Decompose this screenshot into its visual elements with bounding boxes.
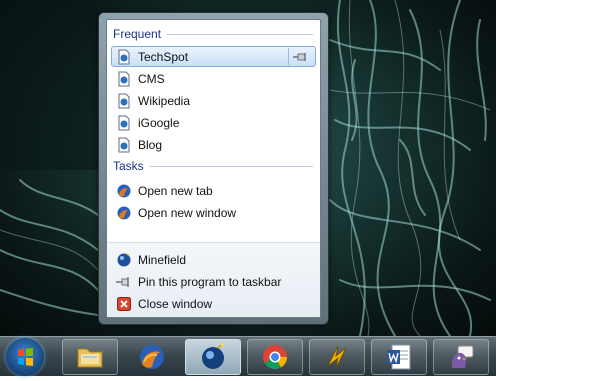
frequent-header-label: Frequent <box>113 27 162 41</box>
jump-list-panel: Frequent TechSpot CMS Wikipedia iGoogle … <box>106 19 321 318</box>
word-icon <box>387 344 411 370</box>
taskbar-chrome-button[interactable] <box>247 339 303 375</box>
taskbar-word-button[interactable] <box>371 339 427 375</box>
chrome-icon <box>263 345 287 370</box>
jump-item-label: iGoogle <box>138 115 180 130</box>
footer-item-minefield[interactable]: Minefield <box>111 249 316 270</box>
footer-item-label: Minefield <box>138 252 187 267</box>
jump-item-igoogle[interactable]: iGoogle <box>111 112 316 133</box>
jump-item-techspot[interactable]: TechSpot <box>111 46 316 67</box>
taskbar-winamp-button[interactable] <box>309 339 365 375</box>
footer-item-close-window[interactable]: Close window <box>111 293 316 314</box>
jump-item-label: Wikipedia <box>138 93 191 108</box>
section-divider <box>149 165 313 167</box>
pidgin-icon <box>451 345 474 368</box>
explorer-icon <box>77 348 103 368</box>
footer-item-label: Close window <box>138 296 213 311</box>
minefield-icon <box>202 343 224 369</box>
taskbar-firefox-button[interactable] <box>124 339 180 375</box>
tasks-header-label: Tasks <box>113 159 144 173</box>
winamp-icon <box>327 345 347 369</box>
section-divider <box>167 33 313 35</box>
taskbar-minefield-button[interactable] <box>185 339 241 375</box>
task-open-new-window[interactable]: Open new window <box>111 202 316 223</box>
pin-icon <box>116 276 129 287</box>
taskbar <box>0 336 496 376</box>
firefox-icon <box>117 206 131 219</box>
task-label: Open new window <box>138 205 237 220</box>
jump-list-menu: Frequent TechSpot CMS Wikipedia iGoogle … <box>98 12 329 325</box>
minefield-icon <box>117 252 131 266</box>
page-icon <box>118 115 130 130</box>
page-icon <box>118 71 130 86</box>
jump-item-blog[interactable]: Blog <box>111 134 316 155</box>
pin-to-list-button[interactable] <box>288 48 313 65</box>
start-button[interactable] <box>6 338 44 376</box>
taskbar-explorer-button[interactable] <box>62 339 118 375</box>
frequent-section-header: Frequent <box>113 26 313 42</box>
tasks-section-header: Tasks <box>113 158 313 174</box>
pushpin-icon <box>293 52 306 61</box>
firefox-icon <box>117 184 131 197</box>
jump-item-label: TechSpot <box>138 49 189 64</box>
jump-item-label: CMS <box>138 71 165 86</box>
jump-list-footer: Minefield Pin this program to taskbar Cl… <box>107 242 320 317</box>
footer-item-label: Pin this program to taskbar <box>138 274 282 289</box>
firefox-icon <box>140 345 164 369</box>
task-label: Open new tab <box>138 183 213 198</box>
taskbar-pidgin-button[interactable] <box>433 339 489 375</box>
jump-item-wikipedia[interactable]: Wikipedia <box>111 90 316 111</box>
windows-logo-icon <box>18 348 33 366</box>
page-icon <box>118 49 130 64</box>
jump-item-label: Blog <box>138 137 163 152</box>
page-icon <box>118 137 130 152</box>
page-icon <box>118 93 130 108</box>
footer-item-pin-to-taskbar[interactable]: Pin this program to taskbar <box>111 271 316 292</box>
jump-item-cms[interactable]: CMS <box>111 68 316 89</box>
close-icon <box>117 296 131 311</box>
task-open-new-tab[interactable]: Open new tab <box>111 180 316 201</box>
